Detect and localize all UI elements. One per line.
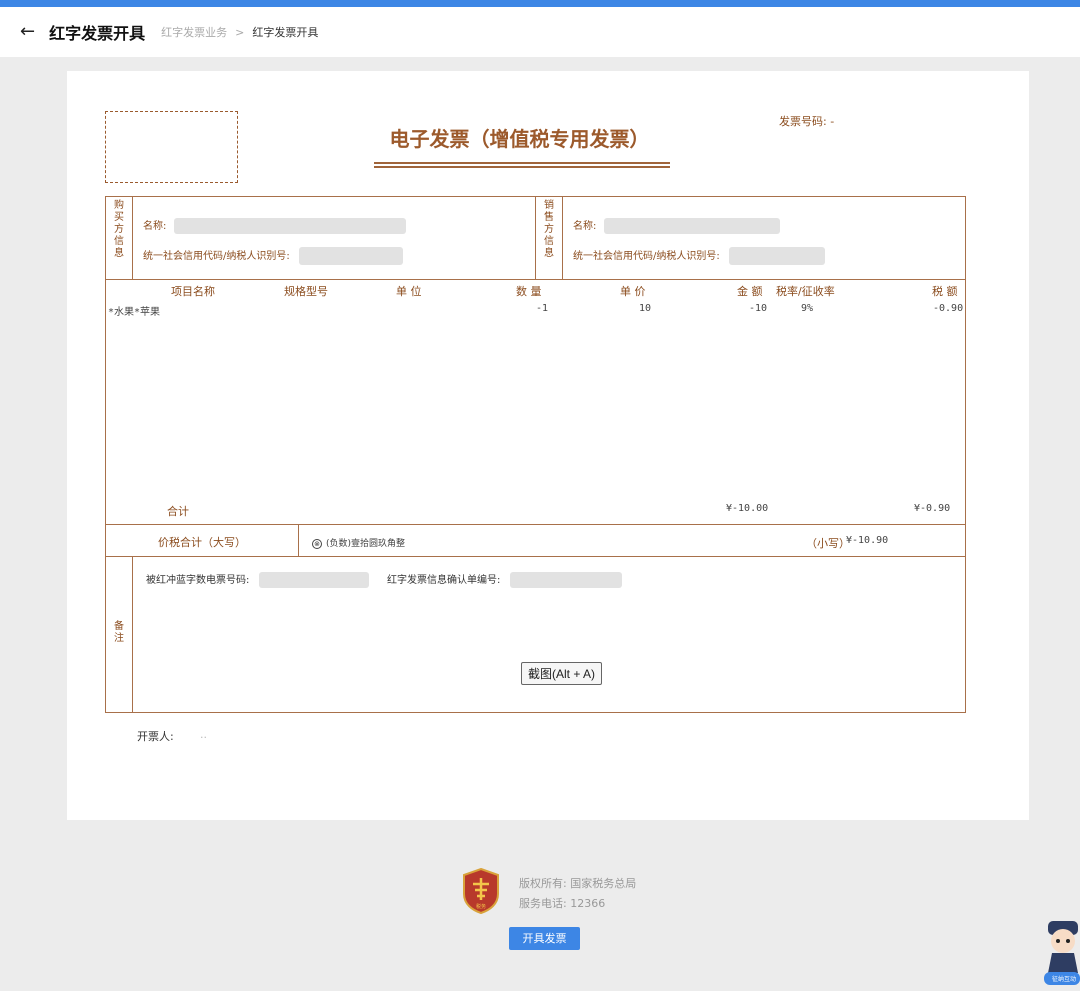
column-header: 单 价 xyxy=(620,285,646,298)
seller-tax-redacted xyxy=(728,247,825,265)
column-header: 税率/征收率 xyxy=(776,285,835,298)
column-header: 单 位 xyxy=(396,285,422,298)
item-price: 10 xyxy=(639,303,652,314)
service-phone: 服务电话: 12366 xyxy=(519,897,606,910)
total-tax: ¥-0.90 xyxy=(914,503,951,514)
buyer-name-row: 名称: xyxy=(143,217,406,234)
blue-invoice-number-row: 被红冲蓝字数电票号码: xyxy=(146,571,369,588)
issuer-label: 开票人: xyxy=(137,730,174,743)
invoice-number: 发票号码: - xyxy=(779,115,835,128)
confirm-number-redacted xyxy=(509,572,622,588)
seller-name-redacted xyxy=(603,218,780,234)
divider xyxy=(562,197,563,279)
item-name: *水果*苹果 xyxy=(108,307,161,318)
divider xyxy=(298,524,299,556)
title-underline xyxy=(374,166,670,168)
buyer-side-label: 购买方信息 xyxy=(114,200,124,259)
blue-invoice-number-redacted xyxy=(258,572,369,588)
breadcrumb-item-business[interactable]: 红字发票业务 xyxy=(161,24,227,40)
screenshot-button[interactable]: 截图(Alt + A) xyxy=(521,662,603,685)
divider xyxy=(106,524,965,525)
breadcrumb-separator: > xyxy=(235,25,245,39)
divider xyxy=(132,197,133,279)
item-tax: -0.90 xyxy=(933,303,964,314)
assistant-avatar-icon[interactable]: 征纳互动 xyxy=(1044,917,1080,985)
title-underline xyxy=(374,162,670,164)
buyer-tax-redacted xyxy=(298,247,403,265)
sum-lower-value: ¥-10.90 xyxy=(846,535,889,546)
item-amount: -10 xyxy=(749,303,768,314)
invoice-card: 电子发票（增值税专用发票） 发票号码: - 购买方信息 名称: 统一社会信用代码… xyxy=(67,71,1029,820)
seller-side-label: 销售方信息 xyxy=(544,200,554,259)
item-qty: -1 xyxy=(536,303,549,314)
buyer-tax-row: 统一社会信用代码/纳税人识别号: xyxy=(143,247,403,265)
back-arrow-icon[interactable]: ← xyxy=(20,23,35,41)
sum-lower-label: （小写） xyxy=(806,537,850,550)
copyright-text: 版权所有: 国家税务总局 xyxy=(519,877,637,890)
total-label: 合计 xyxy=(167,505,189,518)
column-header: 规格型号 xyxy=(284,285,328,298)
logo-text: 税务 xyxy=(476,903,486,910)
qr-code-placeholder xyxy=(105,111,238,183)
invoice-title: 电子发票（增值税专用发票） xyxy=(389,127,650,151)
item-rate: 9% xyxy=(801,303,814,314)
column-header: 数 量 xyxy=(516,285,542,298)
divider xyxy=(106,556,965,557)
column-header: 金 额 xyxy=(737,285,763,298)
divider xyxy=(106,279,965,280)
breadcrumb-item-current: 红字发票开具 xyxy=(252,26,319,39)
sum-upper-value: ⊗ (负数)壹拾圆玖角整 xyxy=(312,536,405,549)
page-header: ← 红字发票开具 红字发票业务 > 红字发票开具 xyxy=(0,7,1080,57)
seller-name-row: 名称: xyxy=(573,217,780,234)
divider xyxy=(535,197,536,279)
page-title: 红字发票开具 xyxy=(49,24,146,43)
confirm-number-row: 红字发票信息确认单编号: xyxy=(387,571,622,588)
issue-invoice-button[interactable]: 开具发票 xyxy=(509,927,580,950)
column-header: 项目名称 xyxy=(171,285,215,298)
issuer-value: .. xyxy=(200,728,207,741)
assistant-label: 征纳互动 xyxy=(1052,975,1076,983)
invoice-frame: 购买方信息 名称: 统一社会信用代码/纳税人识别号: 销售方信息 名称: 统一社… xyxy=(105,196,966,713)
seller-tax-row: 统一社会信用代码/纳税人识别号: xyxy=(573,247,825,265)
top-accent-bar xyxy=(0,0,1080,7)
sum-upper-label: 价税合计（大写） xyxy=(158,536,246,549)
total-amount: ¥-10.00 xyxy=(726,503,769,514)
negative-circle-icon: ⊗ xyxy=(312,538,322,549)
tax-bureau-logo-icon: 税务 xyxy=(463,868,499,914)
divider xyxy=(132,556,133,712)
buyer-name-redacted xyxy=(173,218,406,234)
remark-side-label: 备注 xyxy=(114,621,124,644)
column-header: 税 额 xyxy=(932,285,958,298)
